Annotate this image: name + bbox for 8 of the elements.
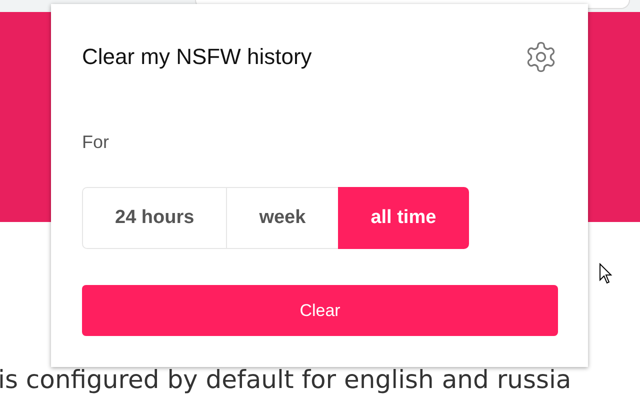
period-option[interactable]: week: [226, 187, 339, 249]
cursor-icon: [599, 263, 613, 285]
period-option[interactable]: 24 hours: [82, 187, 228, 249]
page-text: is configured by default for english and russia: [0, 365, 572, 396]
period-option[interactable]: all time: [338, 187, 470, 249]
popup-title: Clear my NSFW history: [82, 44, 312, 70]
clear-button[interactable]: Clear: [82, 285, 558, 336]
period-label: For: [82, 132, 109, 153]
